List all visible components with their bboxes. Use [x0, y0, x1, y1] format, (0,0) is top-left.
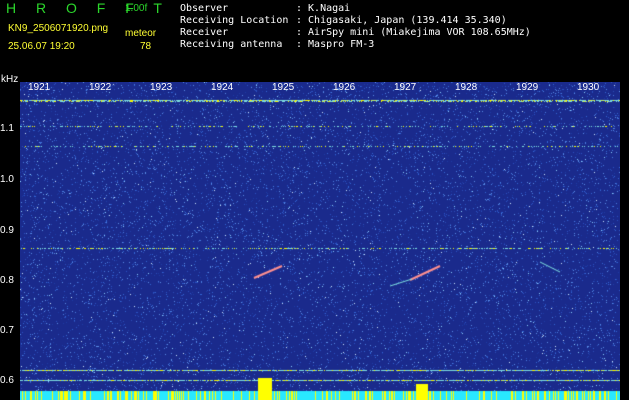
info-key: Receiver: [180, 27, 229, 38]
meteor-count: 78: [140, 41, 152, 52]
info-panel: Observer : K.Nagai Receiving Location : Ch…: [180, 3, 531, 51]
info-row-observer: Observer : K.Nagai: [180, 3, 531, 15]
info-value: : Chigasaki, Japan (139.414 35.340): [296, 15, 507, 26]
y-tick-label: 1.1: [0, 123, 14, 134]
info-row-antenna: Receiving antenna : Maspro FM-3: [180, 39, 531, 51]
x-tick-label: 1924: [211, 82, 234, 93]
info-key: Receiving antenna: [180, 39, 283, 50]
version-label: 1.00f: [125, 3, 148, 14]
x-tick-label: 1930: [577, 82, 600, 93]
x-tick-label: 1927: [394, 82, 417, 93]
info-value: : K.Nagai: [296, 3, 351, 14]
x-tick-label: 1923: [150, 82, 173, 93]
y-tick-label: 0.6: [0, 375, 14, 386]
meteor-label: meteor: [125, 28, 157, 39]
info-value: : AirSpy mini (Miakejima VOR 108.65MHz): [296, 27, 531, 38]
unit-label: kHz: [1, 74, 19, 85]
x-tick-label: 1925: [272, 82, 295, 93]
y-tick-label: 0.9: [0, 225, 14, 236]
info-row-location: Receiving Location : Chigasaki, Japan (13…: [180, 15, 531, 27]
header-panel: H R O F F T 1.00f KN9_2506071920.png met…: [0, 0, 629, 75]
y-tick-label: 1.0: [0, 174, 14, 185]
spectrogram[interactable]: [20, 82, 620, 400]
x-tick-label: 1928: [455, 82, 478, 93]
x-tick-label: 1921: [28, 82, 51, 93]
x-tick-label: 1929: [516, 82, 539, 93]
y-tick-label: 0.8: [0, 275, 14, 286]
y-tick-label: 0.7: [0, 325, 14, 336]
datetime-label: 25.06.07 19:20: [8, 41, 75, 52]
info-value: : Maspro FM-3: [296, 39, 375, 50]
x-tick-label: 1926: [333, 82, 356, 93]
info-key: Receiving Location: [180, 15, 289, 26]
info-key: Observer: [180, 3, 229, 14]
filename-label: KN9_2506071920.png: [8, 23, 109, 34]
x-tick-label: 1922: [89, 82, 112, 93]
info-row-receiver: Receiver : AirSpy mini (Miakejima VOR 108…: [180, 27, 531, 39]
